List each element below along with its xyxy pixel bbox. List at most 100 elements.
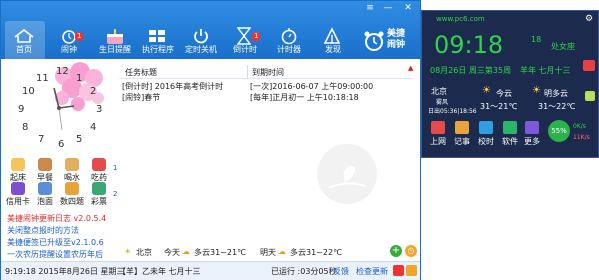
task-title: [闹铃]春节 [122,93,161,102]
discover-icon[interactable] [323,27,341,45]
bowl-icon [38,182,52,195]
desktop-clock-widget[interactable]: www.pc6.com ⚙ 09:18 18 处女座 08月26日 周三第35周… [421,10,599,158]
widget-memory-percent[interactable]: 55% [548,120,570,142]
weather-refresh-icon[interactable] [585,91,595,101]
check-update-link[interactable]: 检查更新 [356,266,388,277]
widget-lunar: 羊年 七月十三 [520,66,571,75]
widget-button-label[interactable]: 软件 [498,136,522,147]
brand-name: 美捷闹钟 [387,29,406,50]
status-uptime: 已运行 :03分05秒 [271,267,337,276]
widget-weather-city[interactable]: 北京 [431,86,447,97]
brand-logo: 美捷闹钟 [361,28,421,56]
card-icon [11,182,25,195]
task-time: [每年]正月初一 上午10:18:18 [250,93,359,102]
widget-button-label[interactable]: 更多 [520,136,544,147]
quick-label: 吃药 [91,173,107,182]
column-title[interactable]: 任务标题 [125,67,157,78]
page-down-button[interactable]: 2 [113,190,117,198]
quick-label: 彩票 [91,197,107,206]
alarm-clock-logo-icon [364,31,384,51]
column-due-time[interactable]: 到期时间 [252,67,284,78]
quick-label: 早餐 [37,173,53,182]
page-up-button[interactable]: 1 [113,164,117,172]
news-link[interactable]: 关闭整点报时的方法 [7,225,79,236]
widget-today-label: 今云 [496,89,512,98]
clock-settings-icon[interactable]: ◷ [405,245,417,257]
status-bar: 9:19:18 2015年8月26日 星期三 【羊】乙未年 七月十三 已运行 :… [1,261,420,280]
quick-breakfast[interactable]: 早餐 [33,158,57,183]
cup-icon [65,158,79,171]
widget-button-label[interactable]: 校时 [474,136,498,147]
calendar-icon[interactable] [583,60,595,71]
task-row[interactable]: [闹铃]春节 [每年]正月初一 上午10:18:18 [119,92,413,103]
quick-medicine[interactable]: 吃药 [87,158,111,183]
software-icon[interactable] [503,121,517,134]
toolbar: ≡ — ✕ 首页 1 闹钟 生日提醒 执行程序 定时关机 1 倒计时 计时器 发… [1,1,420,59]
weather-tomorrow-label: 明天 [260,248,276,257]
widget-sunrise: 日出05:36|18:56 [428,108,477,115]
add-task-button[interactable]: + [390,245,402,257]
widget-holiday: 处女座 [551,42,575,51]
abacus-icon [65,182,79,195]
notes-icon[interactable] [455,121,469,134]
cloud-sun-icon: ☁ [278,247,286,256]
quick-label: 泡面 [37,197,53,206]
sun-icon: ☀ [124,247,132,256]
widget-button-label[interactable]: 上网 [426,136,450,147]
widget-site: www.pc6.com [436,15,485,23]
task-row[interactable]: [倒计时] 2016年高考倒计时 [一次]2016-06-07 上午09:00:… [119,81,413,92]
menu-icon[interactable]: ≡ [365,3,375,13]
alarm-badge: 1 [75,32,84,41]
stopwatch-icon[interactable] [280,27,298,45]
widget-today-temp: 31～21℃ [480,102,518,111]
widget-city-sub: 雾风 [436,99,449,106]
quick-water[interactable]: 喝水 [60,158,84,183]
widget-date: 08月26日 周三第35周 [430,66,512,75]
gear-icon[interactable]: ⚙ [585,14,593,24]
lottery-icon [92,182,106,195]
status-datetime: 9:19:18 2015年8月26日 星期三 [5,267,125,276]
widget-button-label[interactable]: 记事 [450,136,474,147]
news-link[interactable]: 美捷便签已升级至v2.1.0.6 [7,237,104,248]
power-icon[interactable] [192,27,210,45]
gift-icon[interactable] [393,265,404,276]
weather-today: 多云31~21℃ [194,248,247,257]
quick-noodles[interactable]: 泡面 [33,182,57,207]
weather-tomorrow: 多云31~22℃ [290,248,343,257]
weather-city[interactable]: 北京 [136,247,152,258]
cake-icon[interactable] [104,27,126,45]
hourglass-icon[interactable] [237,27,251,45]
close-icon[interactable]: ✕ [403,3,413,13]
news-link[interactable]: 美捷闹钟更新日志 v2.0.5.4 [7,213,106,224]
task-list: 任务标题 到期时间 ▲ [倒计时] 2016年高考倒计时 [一次]2016-06… [119,60,421,243]
quick-lottery[interactable]: 彩票 [87,182,111,207]
quick-getup[interactable]: 起床 [6,158,30,183]
task-list-header: 任务标题 到期时间 [119,65,413,79]
feedback-link[interactable]: 反馈 [333,266,349,277]
news-list: 美捷闹钟更新日志 v2.0.5.4 关闭整点报时的方法 美捷便签已升级至v2.1… [2,212,122,260]
more-icon[interactable] [525,121,539,134]
weather-today-label: 今天 [164,248,180,257]
main-window: ≡ — ✕ 首页 1 闹钟 生日提醒 执行程序 定时关机 1 倒计时 计时器 发… [0,0,421,280]
sync-time-icon[interactable] [479,121,493,134]
clock-hands [53,87,75,131]
skin-icon[interactable] [406,265,417,276]
quick-counting[interactable]: 数四题 [60,182,84,207]
task-title: [倒计时] 2016年高考倒计时 [122,82,224,91]
pill-icon [92,158,106,171]
browser-icon[interactable] [431,121,445,134]
column-divider [247,65,248,79]
status-lunar: 【羊】乙未年 七月十三 [118,267,201,276]
sun-icon [11,158,25,171]
cloud-sun-icon: ☀ [532,85,541,96]
news-link[interactable]: 一次农历提醒设置农历年后 [7,249,103,260]
minimize-icon[interactable]: — [383,3,393,13]
quick-credit-card[interactable]: 信用卡 [6,182,30,207]
scroll-up-arrow-icon[interactable]: ▲ [408,64,416,72]
widget-tomorrow-temp: 31～22℃ [538,102,576,111]
cloud-sun-icon: ☀ [482,85,491,96]
program-icon[interactable] [147,28,169,44]
tab-discover-label[interactable]: 发现 [303,44,363,55]
cloud-sun-icon: ☁ [182,247,190,256]
breakfast-icon [38,158,52,171]
